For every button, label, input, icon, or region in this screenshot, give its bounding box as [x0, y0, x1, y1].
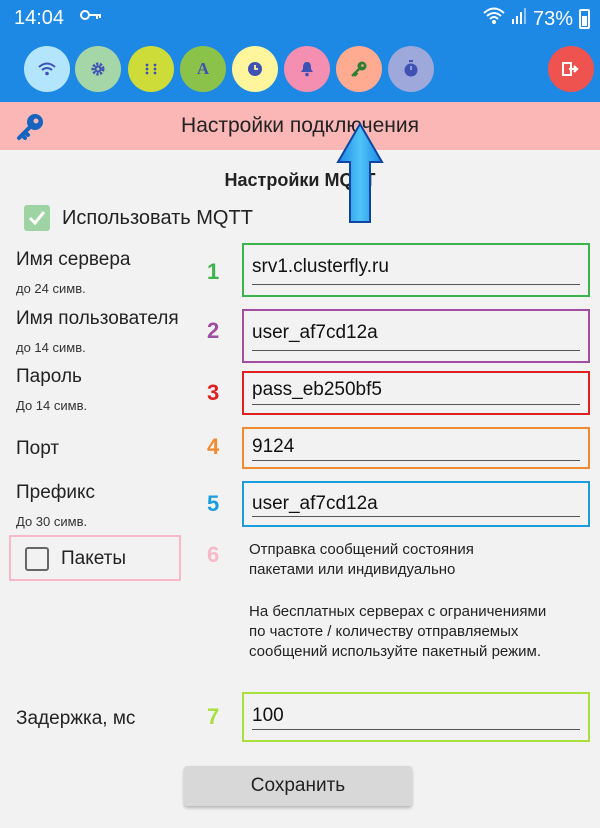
- password-value: pass_eb250bf5: [252, 379, 382, 400]
- use-mqtt-label: Использовать MQTT: [62, 207, 253, 229]
- server-name-label: Имя сервера: [16, 249, 131, 270]
- password-hint: До 14 симв.: [16, 398, 88, 413]
- page-header: Настройки подключения: [0, 102, 600, 150]
- note-line: На бесплатных серверах с ограничениями: [249, 603, 547, 620]
- port-label: Порт: [16, 438, 60, 459]
- packets-option[interactable]: Пакеты: [9, 535, 181, 581]
- packets-label: Пакеты: [61, 548, 127, 569]
- wifi-signal-icon: [483, 7, 505, 31]
- use-mqtt-checkbox[interactable]: [24, 205, 50, 231]
- input-underline: [252, 404, 580, 405]
- delay-value: 100: [252, 705, 284, 726]
- battery-percent: 73%: [532, 7, 573, 30]
- annotation-arrow-icon: [336, 122, 384, 229]
- matrix-button[interactable]: [128, 46, 174, 92]
- server-name-input[interactable]: srv1.clusterfly.ru: [242, 243, 590, 297]
- server-name-value: srv1.clusterfly.ru: [252, 256, 389, 277]
- clock-button[interactable]: [232, 46, 278, 92]
- input-underline: [252, 350, 580, 351]
- wifi-icon: [38, 62, 56, 76]
- port-value: 9124: [252, 436, 295, 457]
- password-input[interactable]: pass_eb250bf5: [242, 371, 590, 415]
- font-letter-icon: A: [196, 59, 210, 78]
- key-button[interactable]: [336, 46, 382, 92]
- top-toolbar: A: [0, 36, 600, 102]
- input-underline: [252, 284, 580, 285]
- vpn-key-icon: [80, 8, 102, 27]
- checkmark-icon: [28, 211, 46, 226]
- port-input[interactable]: 9124: [242, 427, 590, 469]
- cell-signal-icon: [511, 7, 527, 31]
- note-line: по частоте / количеству отправляемых: [249, 623, 519, 640]
- packets-description: Отправка сообщений состояния пакетами ил…: [249, 540, 474, 580]
- desc-line: пакетами или индивидуально: [249, 561, 456, 578]
- exit-icon: [562, 62, 579, 76]
- section-title: Настройки MQTT: [224, 170, 376, 190]
- marker-4: 4: [207, 434, 220, 459]
- settings-button[interactable]: [75, 46, 121, 92]
- clock-icon: [248, 62, 262, 76]
- battery-icon: [579, 9, 590, 29]
- prefix-label: Префикс: [16, 482, 96, 503]
- prefix-value: user_af7cd12a: [252, 493, 378, 514]
- prefix-input[interactable]: user_af7cd12a: [242, 481, 590, 527]
- marker-5: 5: [207, 491, 220, 516]
- dots-grid-icon: [145, 63, 157, 75]
- status-bar: 14:04 73%: [0, 0, 600, 36]
- delay-input[interactable]: 100: [242, 692, 590, 742]
- desc-line: Отправка сообщений состояния: [249, 541, 474, 558]
- password-label: Пароль: [16, 366, 82, 387]
- marker-3: 3: [207, 380, 220, 405]
- font-button[interactable]: A: [180, 46, 226, 92]
- server-name-hint: до 24 симв.: [16, 281, 86, 296]
- marker-7: 7: [207, 704, 220, 729]
- input-underline: [252, 460, 580, 461]
- input-underline: [252, 729, 580, 730]
- username-label: Имя пользователя: [16, 308, 179, 329]
- marker-2: 2: [207, 318, 220, 343]
- packets-note: На бесплатных серверах с ограничениями п…: [249, 602, 546, 662]
- stopwatch-icon: [404, 60, 418, 77]
- timer-button[interactable]: [388, 46, 434, 92]
- save-button[interactable]: Сохранить: [184, 766, 412, 806]
- gear-icon: [91, 62, 105, 76]
- marker-1: 1: [207, 259, 220, 284]
- username-input[interactable]: user_af7cd12a: [242, 309, 590, 363]
- prefix-hint: До 30 симв.: [16, 514, 88, 529]
- page-title: Настройки подключения: [181, 114, 419, 137]
- packets-checkbox[interactable]: [25, 547, 49, 571]
- input-underline: [252, 516, 580, 517]
- username-hint: до 14 симв.: [16, 340, 86, 355]
- bell-icon: [301, 62, 313, 77]
- bell-button[interactable]: [284, 46, 330, 92]
- status-time: 14:04: [14, 7, 65, 29]
- delay-label: Задержка, мс: [16, 708, 136, 729]
- key-icon: [351, 61, 367, 77]
- marker-6: 6: [207, 542, 220, 567]
- note-line: сообщений используйте пакетный режим.: [249, 643, 541, 660]
- wifi-button[interactable]: [24, 46, 70, 92]
- username-value: user_af7cd12a: [252, 322, 378, 343]
- exit-button[interactable]: [548, 46, 594, 92]
